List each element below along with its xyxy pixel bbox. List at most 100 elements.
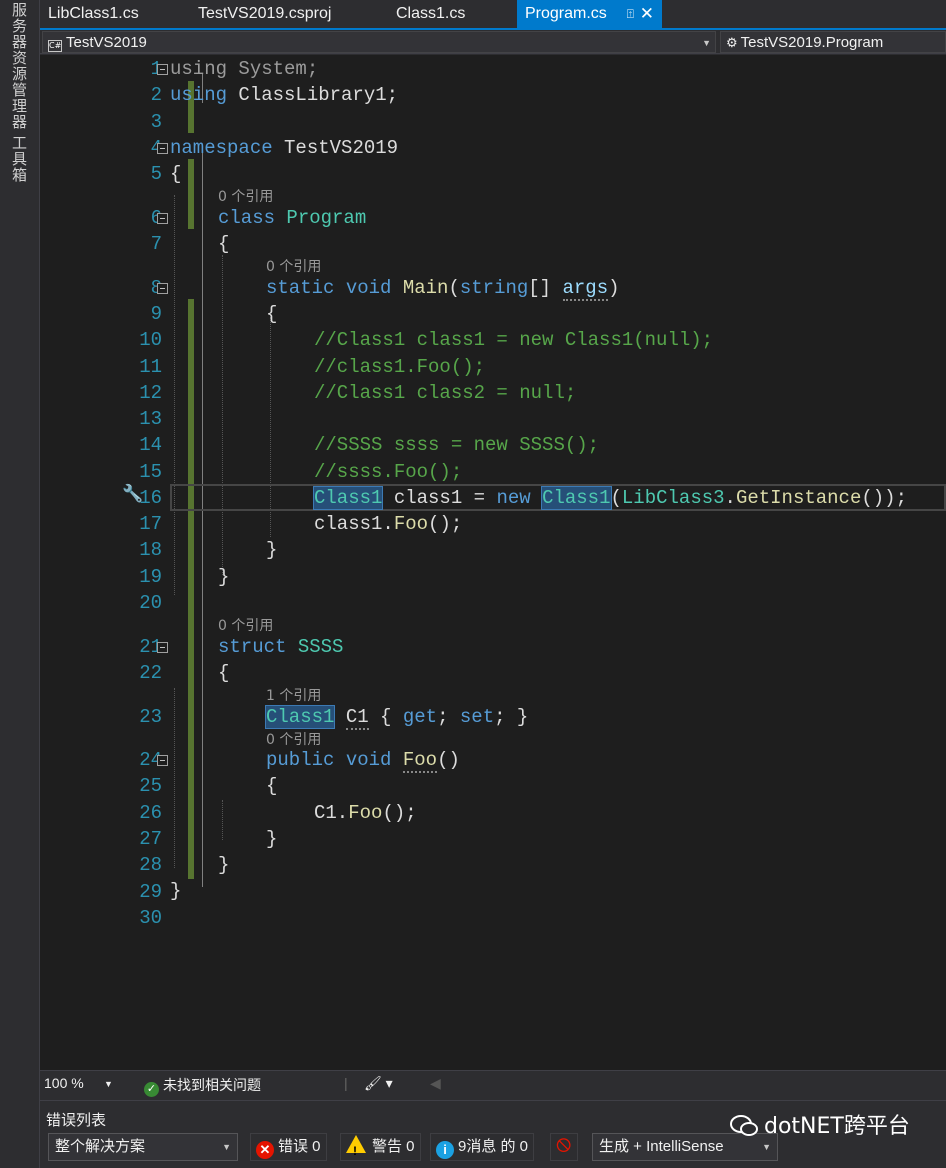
tab-csproj[interactable]: TestVS2019.csproj <box>190 0 385 28</box>
code-line-22: { <box>218 660 229 686</box>
brace: } <box>266 539 278 561</box>
code-line-26: C1.Foo(); <box>314 800 417 826</box>
type-name: Class1 <box>541 486 612 510</box>
code-text: { <box>368 706 403 728</box>
close-icon[interactable]: ✕ <box>640 0 654 28</box>
line-number: 20 <box>139 592 162 614</box>
indent-guide <box>174 688 175 868</box>
line-number: 13 <box>139 408 162 430</box>
type-name: TestVS2019.Program <box>740 34 884 51</box>
keyword: new <box>496 487 531 509</box>
code-text: C1. <box>314 802 349 824</box>
code-text: class1 = <box>382 487 497 509</box>
change-indicator <box>188 299 194 879</box>
panel-title: 错误列表 <box>46 1112 107 1129</box>
tab-libclass1[interactable]: LibClass1.cs <box>40 0 185 28</box>
line-number: 19 <box>139 566 162 588</box>
editor-status-strip: 100 % ▼ ✓ 未找到相关问题 | 🖌 ▾ ◀ <box>40 1070 946 1097</box>
method-name: GetInstance <box>735 487 862 509</box>
pin-icon[interactable]: ⍐ <box>627 0 634 28</box>
method-name: Foo <box>393 513 429 535</box>
property-name: C1 <box>345 706 369 730</box>
server-explorer-tab[interactable]: 服务器资源管理器 <box>8 2 30 130</box>
code-text: ()); <box>861 487 907 509</box>
brush-icon[interactable]: 🖌 ▾ <box>364 1075 393 1092</box>
errors-filter-button[interactable]: ✕ 错误 0 <box>250 1133 327 1161</box>
brace: } <box>170 880 182 902</box>
code-line-18: } <box>266 537 277 563</box>
collapse-icon[interactable] <box>157 642 168 653</box>
paren: () <box>437 749 460 771</box>
errors-label: 错误 0 <box>278 1138 321 1155</box>
scope-dropdown[interactable]: 整个解决方案 ▼ <box>48 1133 238 1161</box>
brace: } <box>218 854 230 876</box>
code-line-1: using System; <box>170 56 318 82</box>
code-line-5: { <box>170 161 181 187</box>
error-icon: ✕ <box>256 1141 274 1159</box>
line-number: 26 <box>139 802 162 824</box>
method-name: Main <box>402 277 449 299</box>
code-line-10: //Class1 class1 = new Class1(null); <box>314 329 714 351</box>
class-icon: ⚙ <box>726 35 738 50</box>
outline-line <box>202 152 203 887</box>
tool-window-strip: 服务器资源管理器 工具箱 <box>0 0 40 1168</box>
code-text: (); <box>428 513 463 535</box>
tab-label: Program.cs <box>525 5 607 22</box>
codelens-references[interactable]: 0 个引用 <box>218 615 273 635</box>
type-name: LibClass3 <box>621 487 725 509</box>
build-source-label: 生成 + IntelliSense <box>599 1138 724 1155</box>
collapse-icon[interactable] <box>157 283 168 294</box>
method-name: Foo <box>402 749 438 773</box>
line-number: 6 <box>102 207 162 229</box>
line-number: 10 <box>139 329 162 351</box>
codelens-references[interactable]: 0 个引用 <box>266 256 321 276</box>
zoom-level[interactable]: 100 % <box>44 1075 84 1091</box>
line-number: 21 <box>139 636 162 658</box>
code-line-14: //SSSS ssss = new SSSS(); <box>314 434 600 456</box>
type-dropdown[interactable]: ⚙ TestVS2019.Program <box>720 31 946 53</box>
watermark: dotNET跨平台 <box>730 1108 910 1140</box>
quick-actions-icon[interactable]: 🔧 <box>122 484 143 504</box>
codelens-references[interactable]: 0 个引用 <box>218 186 273 206</box>
line-number: 5 <box>150 163 162 185</box>
line-number: 17 <box>139 513 162 535</box>
filter-icon[interactable]: 🛇 <box>550 1133 578 1161</box>
line-number: 23 <box>139 706 162 728</box>
keyword: using <box>170 58 228 80</box>
code-text: class1. <box>314 513 394 535</box>
indent-guide <box>222 800 223 840</box>
code-line-28: } <box>218 852 229 878</box>
type-name: Program <box>286 207 367 229</box>
tab-class1[interactable]: Class1.cs <box>388 0 516 28</box>
line-number: 22 <box>139 662 162 684</box>
code-line-15: //ssss.Foo(); <box>314 461 463 483</box>
chevron-down-icon: ▼ <box>222 1142 231 1152</box>
collapse-icon[interactable] <box>157 213 168 224</box>
tab-label: TestVS2019.csproj <box>198 5 332 22</box>
line-number: 11 <box>139 356 162 378</box>
keyword: struct <box>218 636 287 658</box>
type-name: Class1 <box>264 705 336 729</box>
project-dropdown[interactable]: C# TestVS2019 ▼ <box>42 31 716 53</box>
collapse-icon[interactable] <box>157 143 168 154</box>
info-icon: i <box>436 1141 454 1159</box>
line-number: 4 <box>102 137 162 159</box>
line-number: 12 <box>139 382 162 404</box>
warnings-filter-button[interactable]: ! 警告 0 <box>340 1133 421 1161</box>
messages-filter-button[interactable]: i 9消息 的 0 <box>430 1133 535 1161</box>
paren: ( <box>448 277 460 299</box>
codelens-references[interactable]: 1 个引用 <box>266 685 321 705</box>
tab-program[interactable]: Program.cs ⍐ ✕ <box>517 0 662 28</box>
line-number: 30 <box>139 907 162 929</box>
toolbox-tab[interactable]: 工具箱 <box>8 135 30 183</box>
scroll-left-icon[interactable]: ◀ <box>430 1075 441 1092</box>
messages-label: 9消息 的 0 <box>458 1138 529 1155</box>
line-number: 28 <box>139 854 162 876</box>
collapse-icon[interactable] <box>157 64 168 75</box>
issues-status[interactable]: ✓ 未找到相关问题 <box>144 1075 261 1097</box>
collapse-icon[interactable] <box>157 755 168 766</box>
chevron-down-icon[interactable]: ▼ <box>104 1079 113 1089</box>
brace: } <box>266 828 278 850</box>
code-editor[interactable]: 1 2 3 4 5 6 7 8 9 10 11 12 13 14 15 16 1… <box>40 55 946 1070</box>
codelens-references[interactable]: 0 个引用 <box>266 729 321 749</box>
